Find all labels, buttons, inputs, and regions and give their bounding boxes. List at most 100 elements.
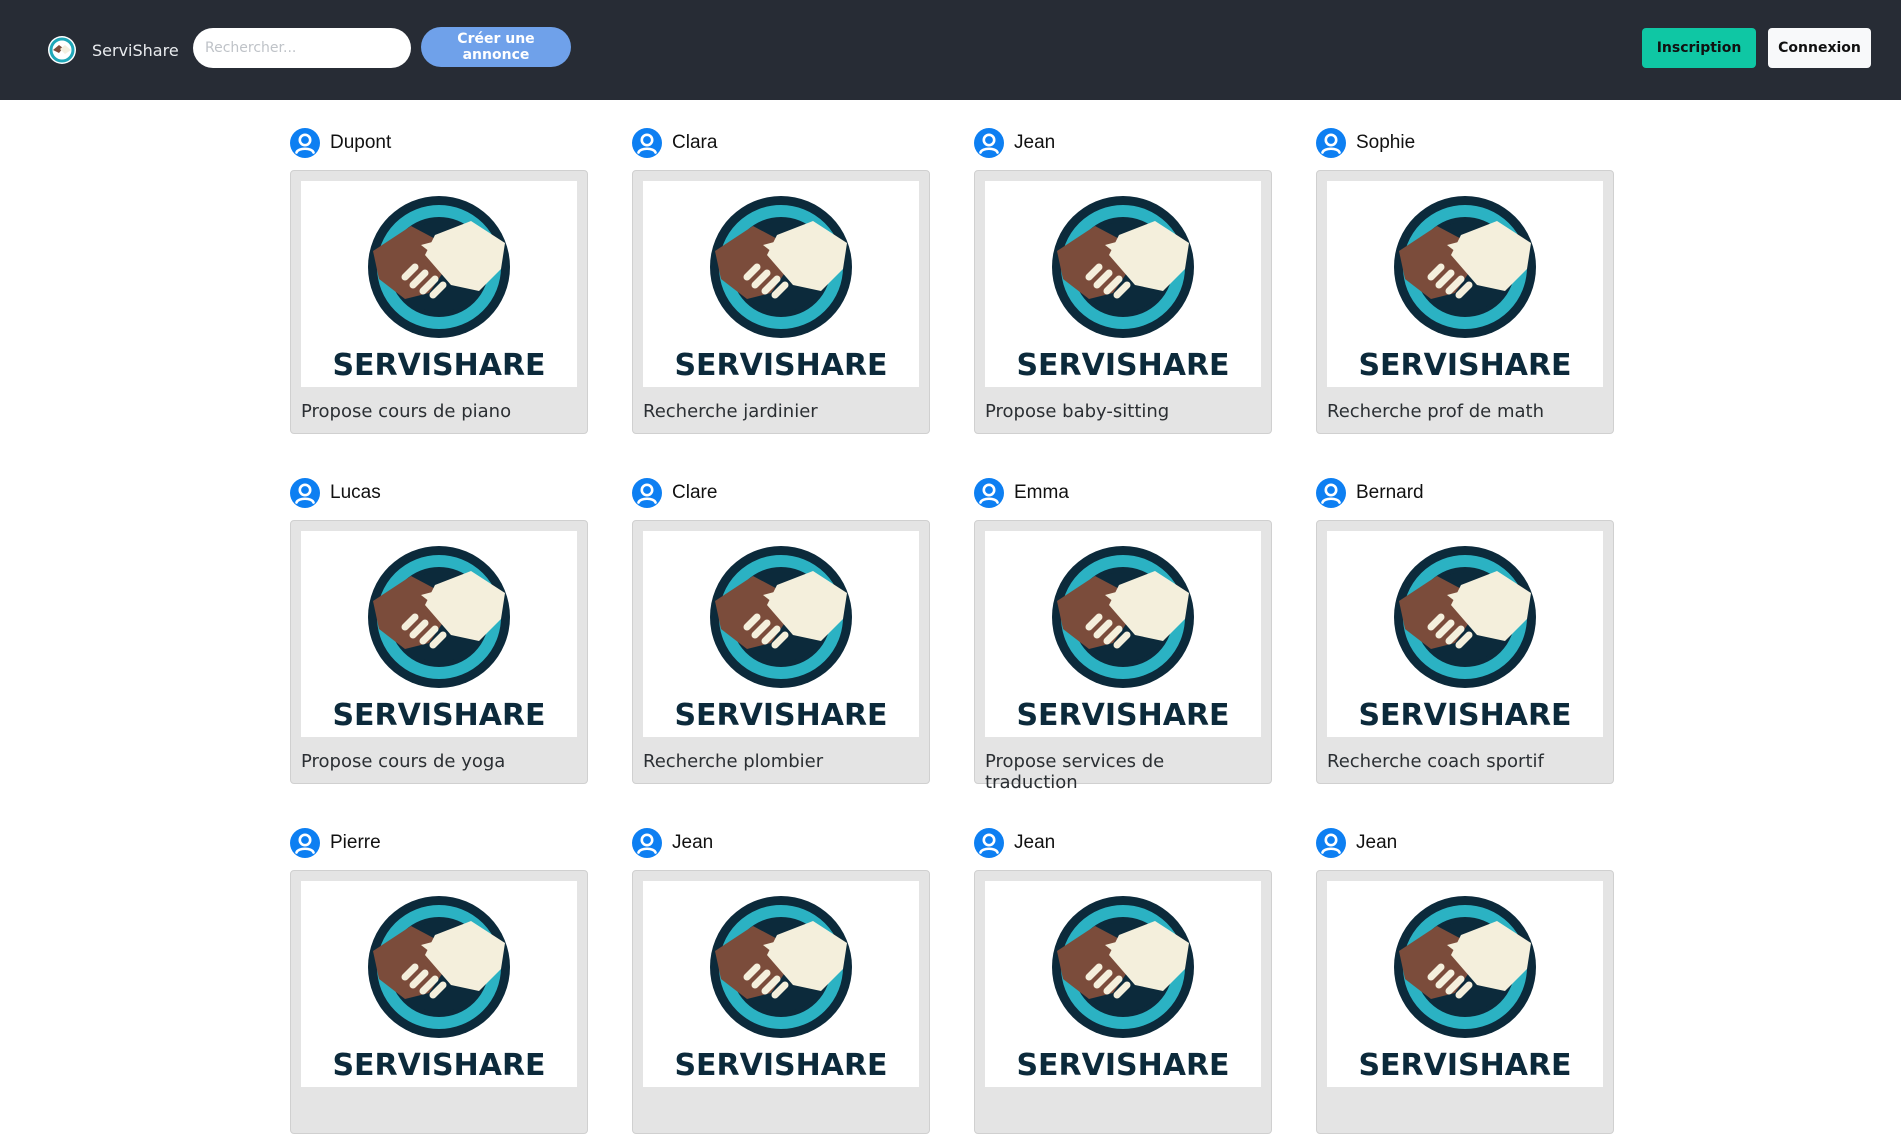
listing-card[interactable]: SERVISHARE Recherche jardinier [632,170,930,434]
handshake-logo-icon [1052,546,1194,688]
listing-card[interactable]: SERVISHARE Propose services de traductio… [974,520,1272,793]
handshake-logo-icon [46,34,78,66]
listing-card[interactable]: SERVISHARE Recherche prof de math [1316,170,1614,434]
listing-card[interactable]: SERVISHARE [290,870,588,1134]
listing-item: Clara SERVISHARE Recherche jardinier [632,128,930,434]
listing-card[interactable]: SERVISHARE Recherche plombier [632,520,930,784]
author-row[interactable]: Bernard [1316,478,1614,508]
logo-text: SERVISHARE [1016,1048,1229,1083]
logo-text: SERVISHARE [1358,698,1571,733]
listing-title: Recherche prof de math [1327,401,1545,422]
create-listing-button[interactable]: Créer une annonce [421,27,571,67]
author-row[interactable]: Lucas [290,478,588,508]
brand-name: ServiShare [92,40,179,60]
logo-text: SERVISHARE [674,348,887,383]
listing-item: Pierre SERVISHARE [290,828,588,1134]
author-row[interactable]: Clare [632,478,930,508]
author-name: Jean [672,832,714,853]
listing-image: SERVISHARE [1327,181,1603,387]
handshake-logo-icon [710,546,852,688]
listings-grid: Dupont SERVISHARE Propose cours de piano… [290,128,1615,1134]
listing-title: Propose cours de piano [301,401,512,422]
handshake-logo-icon [1394,196,1536,338]
listing-item: Jean SERVISHARE [632,828,930,1134]
listing-image: SERVISHARE [985,531,1261,737]
navbar: ServiShare Créer une annonce Inscription… [0,0,1901,100]
author-name: Bernard [1356,482,1424,503]
listing-image: SERVISHARE [643,531,919,737]
author-name: Dupont [330,132,392,153]
signup-button[interactable]: Inscription [1642,28,1756,68]
login-button[interactable]: Connexion [1768,28,1871,68]
listing-item: Bernard SERVISHARE Recherche coach sport… [1316,478,1614,784]
listing-card[interactable]: SERVISHARE [1316,870,1614,1134]
listing-image: SERVISHARE [643,181,919,387]
author-row[interactable]: Jean [974,128,1272,158]
listing-title: Propose cours de yoga [301,751,506,772]
listing-title: Propose services de traduction [985,751,1165,793]
handshake-logo-icon [368,546,510,688]
listing-card[interactable]: SERVISHARE Propose cours de piano [290,170,588,434]
search-input[interactable] [193,28,411,68]
handshake-logo-icon [710,896,852,1038]
listing-image: SERVISHARE [301,881,577,1087]
listing-title: Recherche jardinier [643,401,818,422]
author-row[interactable]: Jean [1316,828,1614,858]
handshake-logo-icon [1394,546,1536,688]
author-row[interactable]: Pierre [290,828,588,858]
listing-item: Lucas SERVISHARE Propose cours de yoga [290,478,588,784]
listing-item: Jean SERVISHARE [974,828,1272,1134]
user-avatar-icon [974,828,1004,858]
listing-item: Clare SERVISHARE Recherche plombier [632,478,930,784]
logo-text: SERVISHARE [674,698,887,733]
listing-item: Dupont SERVISHARE Propose cours de piano [290,128,588,434]
logo-text: SERVISHARE [1358,1048,1571,1083]
listing-item: Emma SERVISHARE Propose services de trad… [974,478,1272,793]
author-row[interactable]: Clara [632,128,930,158]
listing-image: SERVISHARE [301,181,577,387]
logo-text: SERVISHARE [332,1048,545,1083]
author-name: Jean [1014,132,1056,153]
handshake-logo-icon [710,196,852,338]
listing-image: SERVISHARE [985,881,1261,1087]
user-avatar-icon [1316,128,1346,158]
listing-image: SERVISHARE [1327,531,1603,737]
handshake-logo-icon [368,896,510,1038]
logo-text: SERVISHARE [1016,698,1229,733]
listing-image: SERVISHARE [1327,881,1603,1087]
user-avatar-icon [632,478,662,508]
user-avatar-icon [974,478,1004,508]
logo-text: SERVISHARE [1358,348,1571,383]
listing-image: SERVISHARE [985,181,1261,387]
author-row[interactable]: Emma [974,478,1272,508]
listing-card[interactable]: SERVISHARE Recherche coach sportif [1316,520,1614,784]
author-name: Emma [1014,482,1069,503]
listing-image: SERVISHARE [301,531,577,737]
user-avatar-icon [290,128,320,158]
logo-text: SERVISHARE [332,348,545,383]
user-avatar-icon [974,128,1004,158]
author-row[interactable]: Jean [974,828,1272,858]
listing-item: Jean SERVISHARE Propose baby-sitting [974,128,1272,434]
listing-card[interactable]: SERVISHARE [974,870,1272,1134]
author-row[interactable]: Sophie [1316,128,1614,158]
listing-title: Propose baby-sitting [985,401,1170,422]
author-name: Jean [1014,832,1056,853]
author-name: Clare [672,482,718,503]
author-name: Sophie [1356,132,1416,153]
listing-title: Recherche plombier [643,751,824,772]
listing-title: Recherche coach sportif [1327,751,1544,772]
author-row[interactable]: Dupont [290,128,588,158]
listing-card[interactable]: SERVISHARE [632,870,930,1134]
logo-text: SERVISHARE [1016,348,1229,383]
handshake-logo-icon [368,196,510,338]
user-avatar-icon [290,828,320,858]
author-row[interactable]: Jean [632,828,930,858]
brand[interactable]: ServiShare [46,32,179,68]
user-avatar-icon [1316,478,1346,508]
handshake-logo-icon [1394,896,1536,1038]
listing-card[interactable]: SERVISHARE Propose baby-sitting [974,170,1272,434]
author-name: Jean [1356,832,1398,853]
listing-card[interactable]: SERVISHARE Propose cours de yoga [290,520,588,784]
author-name: Pierre [330,832,381,853]
